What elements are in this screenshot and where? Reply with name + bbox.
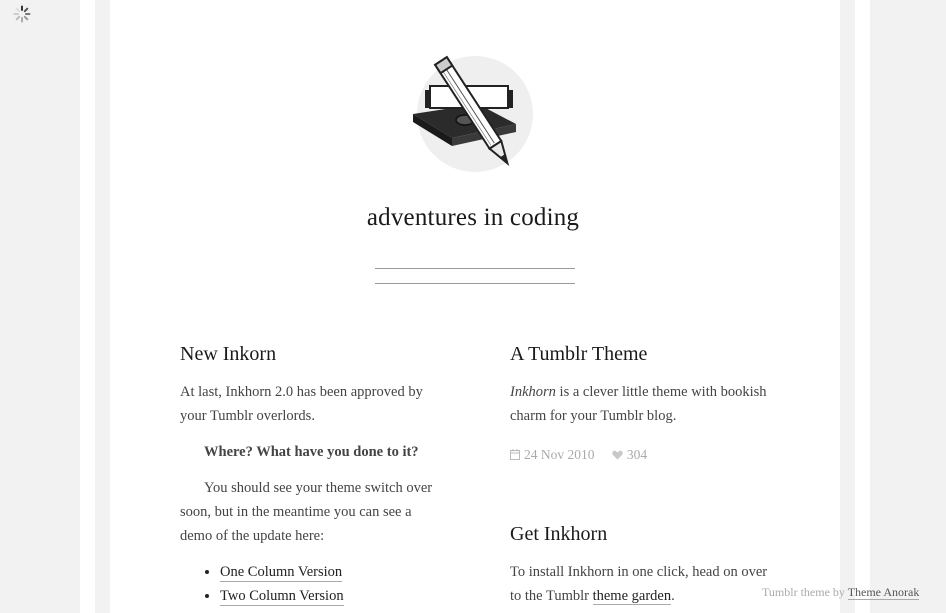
post-text-end: . — [671, 588, 675, 604]
list-item: Two Column Version — [220, 584, 445, 608]
post-get-inkhorn: Get Inkhorn To install Inkhorn in one cl… — [510, 518, 780, 608]
inkhorn-logo[interactable]: INK — [408, 48, 538, 178]
theme-garden-link[interactable]: theme garden — [592, 588, 672, 605]
post-date[interactable]: 24 Nov 2010 — [524, 447, 595, 462]
post-title[interactable]: A Tumblr Theme — [510, 338, 780, 370]
background-stripe-left — [80, 0, 95, 613]
post-text: To install Inkhorn in one click, head on… — [510, 560, 780, 608]
post-title[interactable]: New Inkorn — [180, 338, 445, 370]
list-item: One Column Version — [220, 560, 445, 584]
post-title[interactable]: Get Inkhorn — [510, 518, 780, 550]
post-tumblr-theme: A Tumblr Theme Inkhorn is a clever littl… — [510, 338, 780, 466]
post-intro: At last, Inkhorn 2.0 has been approved b… — [180, 384, 423, 424]
likes-group[interactable]: 304 — [612, 446, 648, 462]
demo-link-list: One Column Version Two Column Version — [180, 560, 445, 608]
theme-anorak-link[interactable]: Theme Anorak — [847, 585, 920, 600]
post-meta: 24 Nov 2010 304 — [510, 442, 780, 466]
post-text: Inkhorn is a clever little theme with bo… — [510, 380, 780, 428]
footer-prefix: Tumblr theme by — [762, 585, 848, 599]
loading-spinner-icon — [13, 5, 31, 23]
one-column-link[interactable]: One Column Version — [220, 564, 343, 582]
title-divider-bottom — [375, 283, 575, 284]
post-left: New Inkorn At last, Inkhorn 2.0 has been… — [180, 338, 445, 608]
footer-credit: Tumblr theme by Theme Anorak — [762, 585, 920, 600]
brand-name: Inkhorn — [510, 384, 556, 400]
post-subheading: Where? What have you done to it? — [204, 444, 419, 460]
post-right-column: A Tumblr Theme Inkhorn is a clever littl… — [510, 338, 780, 608]
heart-icon — [612, 450, 623, 460]
like-count: 304 — [626, 446, 648, 462]
two-column-link[interactable]: Two Column Version — [220, 588, 344, 606]
background-stripe-right — [855, 0, 870, 613]
calendar-icon — [510, 449, 520, 461]
title-divider-top — [375, 268, 575, 269]
site-title[interactable]: adventures in coding — [250, 204, 696, 232]
post-body: You should see your theme switch over so… — [180, 480, 433, 544]
